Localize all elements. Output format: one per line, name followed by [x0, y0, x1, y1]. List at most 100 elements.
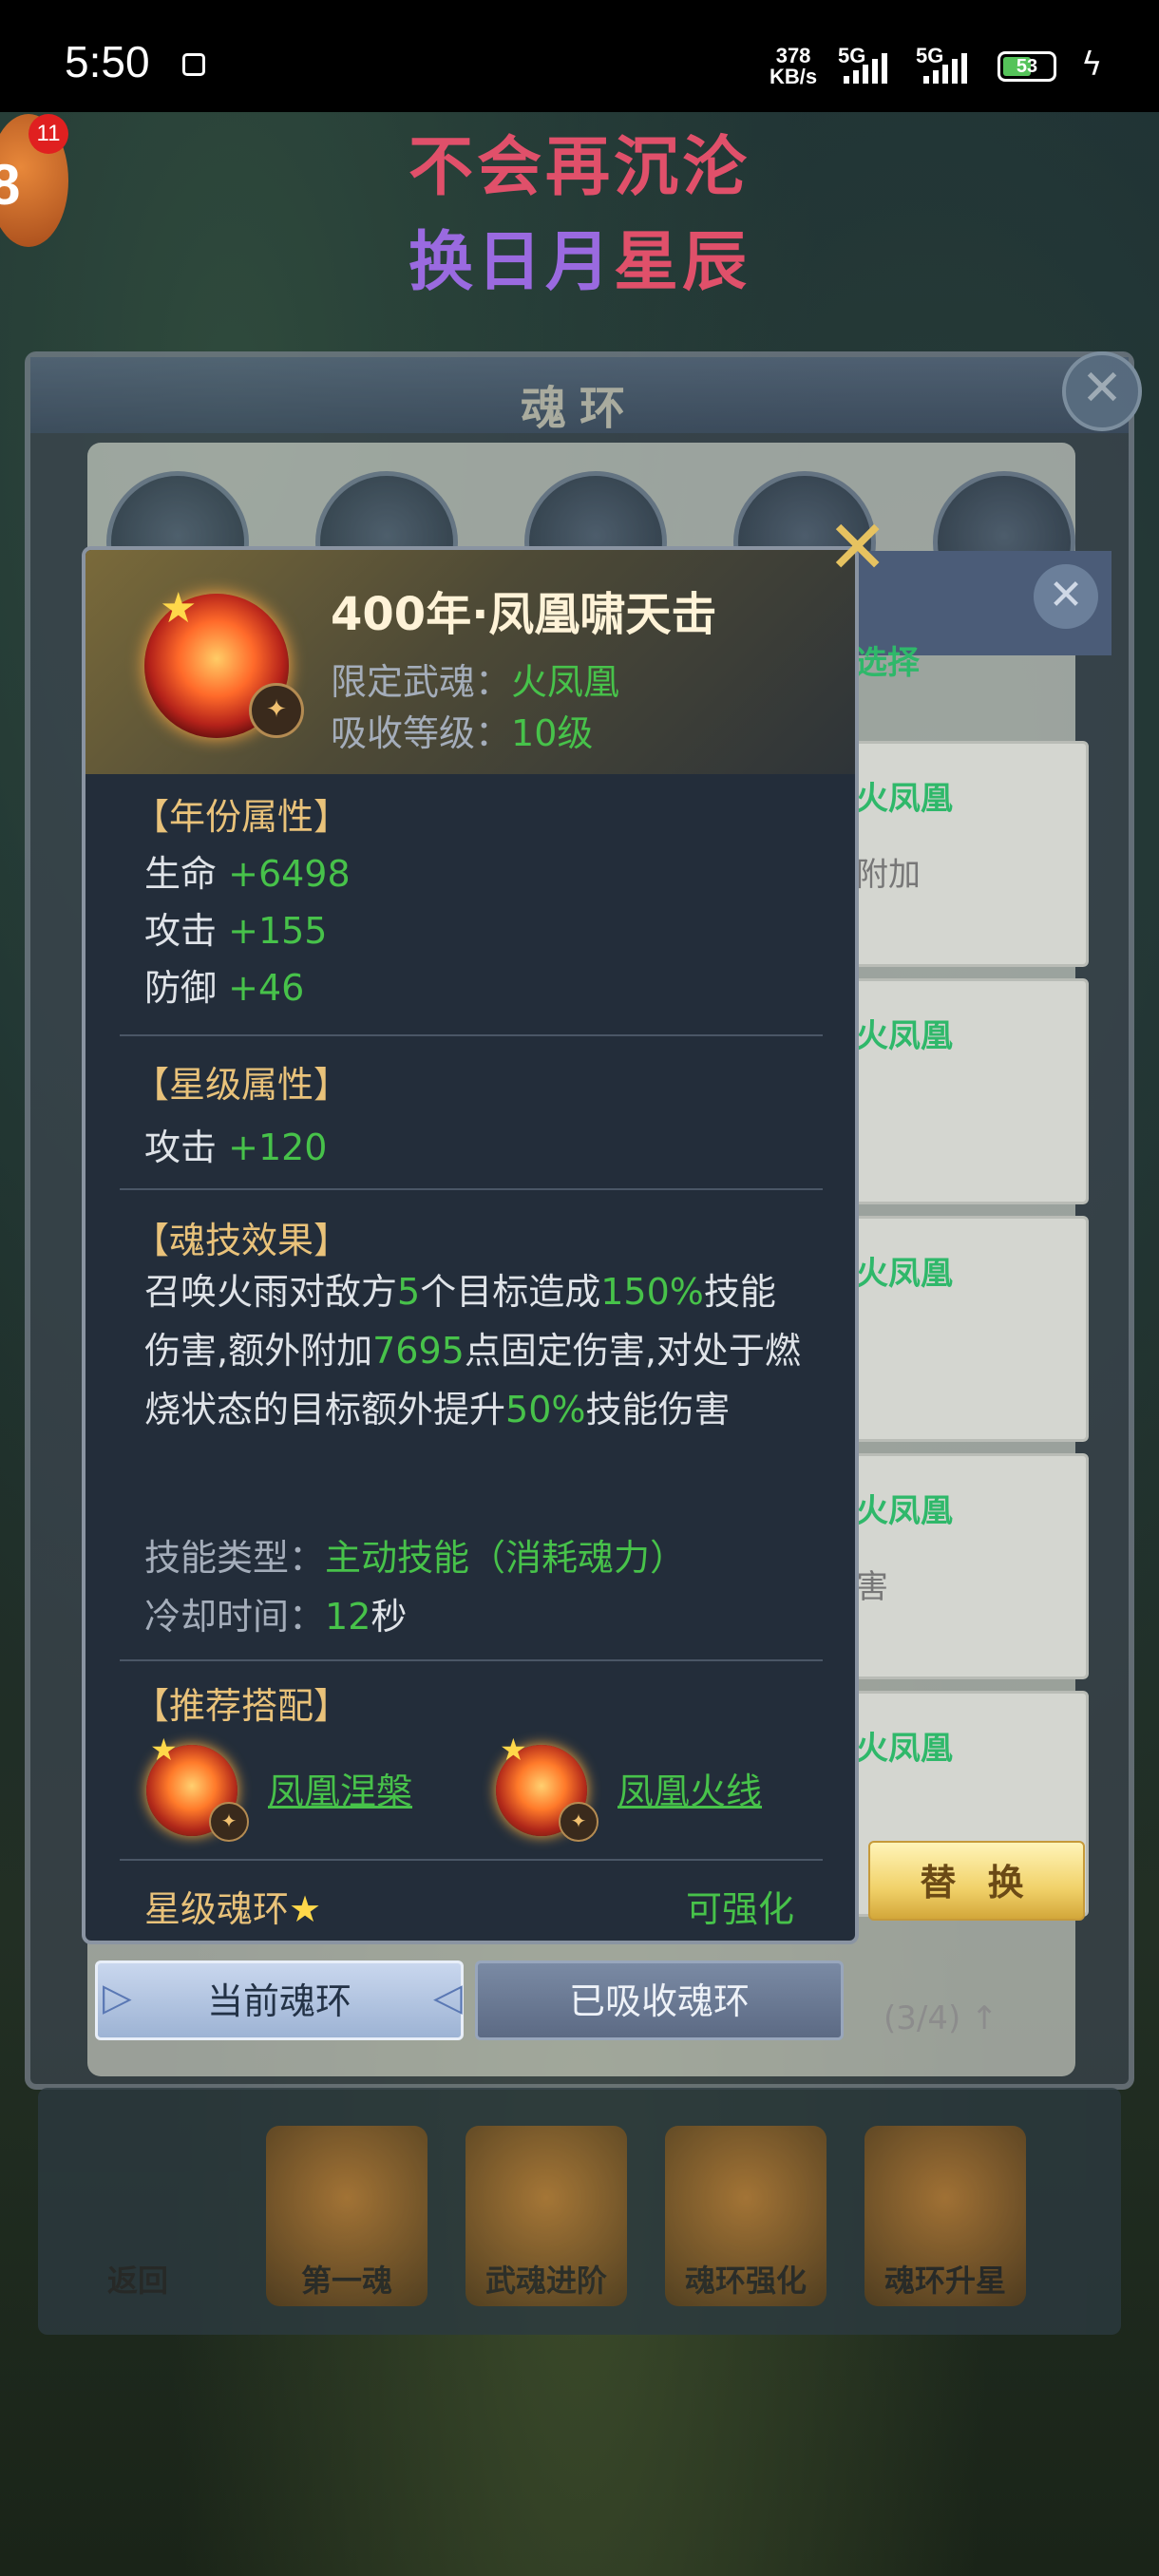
star-icon: ★ [150, 1732, 178, 1768]
star-attr-title: 【星级属性】 [133, 1064, 351, 1106]
ring-card-title: 火凤凰 [856, 1492, 953, 1530]
level-label: 吸收等级： [331, 712, 512, 754]
popup-header: ★ ✦ 400年·凤凰啸天击 限定武魂：火凤凰 吸收等级：10级 [86, 550, 855, 774]
replace-button[interactable]: 替 换 [868, 1841, 1085, 1921]
ring-card-title: 火凤凰 [856, 1017, 953, 1055]
star-icon: ★ [289, 1888, 322, 1930]
ring-card[interactable]: 火凤凰 附加 [826, 741, 1089, 967]
battery-icon: 53 [998, 51, 1056, 82]
menu-item-label: 魂环强化 [684, 2263, 807, 2299]
ring-count-status: (3/4) ↑ [884, 1999, 998, 2037]
lyric-line-2-part-1: 换日月 [408, 225, 614, 300]
tab-current-ring[interactable]: 当前魂环 [95, 1960, 464, 2040]
cooldown-label: 冷却时间： [144, 1596, 326, 1638]
emblem-icon: ✦ [249, 683, 304, 738]
emblem-icon: ✦ [559, 1802, 598, 1842]
menu-item-label: 第一魂 [300, 2263, 392, 2299]
skill-type-value: 主动技能（消耗魂力） [325, 1537, 687, 1579]
bottom-menu: 返回 第一魂 武魂进阶 魂环强化 魂环升星 [38, 2088, 1121, 2335]
effect-number: 150% [600, 1271, 704, 1313]
stat-value: +6498 [228, 853, 351, 895]
skill-name: 400年·凤凰啸天击 [331, 588, 717, 641]
lyric-line-1: 不会再沉沦 [408, 130, 750, 205]
ring-card[interactable]: 火凤凰 害 [826, 1453, 1089, 1679]
effect-text: 技能伤害 [585, 1389, 731, 1430]
effect-number: 5 [397, 1271, 421, 1313]
battery-percent: 53 [1016, 56, 1038, 77]
ring-card-sub: 附加 [856, 856, 921, 894]
chevron-left-icon: ◁ [433, 1976, 463, 2019]
recommend-link[interactable]: 凤凰火线 [618, 1762, 762, 1814]
ring-card-sub: 害 [856, 1568, 888, 1606]
ring-card[interactable]: 火凤凰 [826, 978, 1089, 1204]
divider [120, 1188, 823, 1190]
divider [120, 1659, 823, 1661]
level-value: 10级 [511, 712, 594, 754]
level-row: 吸收等级：10级 [331, 704, 593, 756]
lyric-line-2: 换日月星辰 [0, 209, 1159, 303]
menu-item-label: 武魂进阶 [484, 2263, 607, 2299]
signal-icon [844, 49, 887, 84]
stat-value: +46 [228, 967, 305, 1009]
ring-count: (3/4) [884, 1999, 961, 2037]
divider [120, 1859, 823, 1861]
stat-value: +120 [228, 1127, 328, 1168]
tab-absorbed-ring[interactable]: 已吸收魂环 [475, 1960, 844, 2040]
stat-name: 防御 [144, 967, 218, 1009]
effect-text: 个目标造成 [420, 1271, 601, 1313]
close-icon[interactable]: ✕ [826, 511, 888, 585]
signal-icon [923, 49, 967, 84]
status-bar: 5:50 378 KB/s 5G 5G 53 ϟ [0, 0, 1159, 112]
effect-text: 召唤火雨对敌方 [144, 1271, 398, 1313]
chevron-right-icon: ▷ [103, 1976, 132, 2019]
charging-icon: ϟ [1081, 46, 1103, 84]
divider [120, 1034, 823, 1036]
stat-name: 攻击 [144, 1127, 218, 1168]
back-button[interactable]: 返回 [57, 2126, 218, 2306]
weapon-row: 限定武魂：火凤凰 [331, 653, 619, 705]
notification-icon [182, 53, 205, 76]
ring-card-title: 火凤凰 [856, 1255, 953, 1293]
ring-card-title: 火凤凰 [856, 780, 953, 818]
close-icon[interactable]: ✕ [1034, 564, 1098, 629]
recommend-title: 【推荐搭配】 [133, 1685, 351, 1727]
cooldown-value: 12 [325, 1596, 371, 1638]
soul-ring-window-header: 魂环 [30, 357, 1129, 435]
menu-item-strengthen[interactable]: 魂环强化 [665, 2126, 826, 2306]
soul-ring-window-title: 魂环 [520, 382, 638, 435]
stat-row: 攻击 +155 [144, 901, 327, 954]
menu-item-advance[interactable]: 武魂进阶 [466, 2126, 627, 2306]
stat-row: 攻击 +120 [144, 1118, 327, 1170]
stat-name: 攻击 [144, 910, 218, 952]
menu-item-first-ring[interactable]: 第一魂 [266, 2126, 428, 2306]
star-ring-label: 星级魂环★ [144, 1880, 321, 1932]
weapon-value: 火凤凰 [511, 661, 620, 703]
recommend-link[interactable]: 凤凰涅槃 [268, 1762, 412, 1814]
year-attr-title: 【年份属性】 [133, 796, 351, 838]
network-speed-unit: KB/s [770, 65, 818, 88]
skill-type-label: 技能类型： [144, 1537, 326, 1579]
back-button-label: 返回 [106, 2263, 168, 2299]
select-label: 选择 [855, 644, 920, 682]
stat-value: +155 [228, 910, 328, 952]
star-icon: ★ [160, 584, 198, 633]
close-icon[interactable]: ✕ [1062, 351, 1142, 431]
star-ring-text: 星级魂环 [144, 1888, 290, 1930]
star-icon: ★ [500, 1732, 527, 1768]
network-speed-value: 378 [775, 44, 811, 67]
effect-description: 召唤火雨对敌方5个目标造成150%技能伤害,额外附加7695点固定伤害,对处于燃… [144, 1262, 809, 1439]
weapon-label: 限定武魂： [331, 661, 512, 703]
effect-number: 7695 [372, 1330, 465, 1372]
menu-item-star-up[interactable]: 魂环升星 [864, 2126, 1026, 2306]
soul-ring-detail-popup: ★ ✦ 400年·凤凰啸天击 限定武魂：火凤凰 吸收等级：10级 【年份属性】 … [82, 546, 859, 1944]
ring-card-title: 火凤凰 [856, 1730, 953, 1768]
status-time: 5:50 [65, 37, 150, 86]
network-speed: 378 KB/s [770, 46, 817, 87]
effect-title: 【魂技效果】 [133, 1220, 351, 1261]
menu-item-label: 魂环升星 [884, 2263, 1006, 2299]
skill-type-row: 技能类型：主动技能（消耗魂力） [144, 1528, 686, 1581]
ring-card[interactable]: 火凤凰 [826, 1216, 1089, 1442]
emblem-icon: ✦ [209, 1802, 249, 1842]
cooldown-unit: 秒 [370, 1596, 408, 1638]
effect-number: 50% [505, 1389, 586, 1430]
